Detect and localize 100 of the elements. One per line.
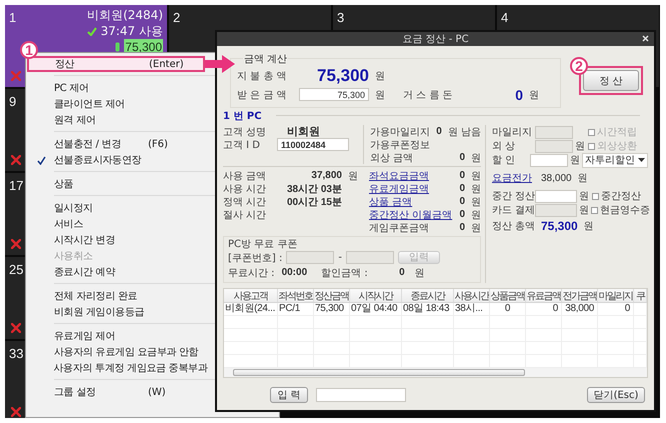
customer-name: 비회원	[287, 124, 320, 139]
unit-label: 원	[584, 220, 594, 233]
group-title: PC방 무료 쿠폰	[228, 238, 298, 250]
amount-value: 0	[459, 222, 465, 233]
close-dialog-button[interactable]: 닫기(Esc)	[587, 387, 645, 403]
usage-time: 37:47 사용	[100, 23, 163, 39]
marker-icon	[115, 42, 120, 52]
caret-icon	[638, 158, 645, 162]
menu-item[interactable]: 시작시간 변경	[27, 232, 205, 248]
table-cell: 0	[490, 303, 526, 315]
amount-value: 0	[459, 196, 465, 207]
check-icon	[86, 26, 97, 36]
link[interactable]: 중간정산 이월금액	[369, 208, 452, 222]
time-value: 00:00	[282, 267, 308, 278]
link[interactable]: 좌석요금금액	[369, 168, 429, 182]
menu-item[interactable]: 종료시간 예약	[27, 264, 205, 280]
input-button[interactable]: 입 력	[270, 387, 308, 403]
field-label: 가용쿠폰정보	[370, 138, 430, 152]
menu-item[interactable]: 서비스	[27, 216, 205, 232]
discount-dropdown[interactable]: 자투리할인	[582, 152, 648, 168]
field-label: 지 불 총 액	[237, 70, 288, 82]
field-label: 절사 시간	[223, 208, 268, 222]
menu-item[interactable]: 선불종료시자동연장	[27, 152, 205, 168]
seat-number: 17	[9, 178, 24, 193]
seat-number: 9	[9, 94, 16, 109]
unit-label: 원	[529, 88, 539, 102]
column-header[interactable]: 쿠	[634, 289, 647, 302]
amount-value: 0	[459, 152, 465, 163]
field-label: 외 상	[492, 140, 516, 153]
column-header[interactable]: 시작시간	[350, 289, 402, 302]
menu-item[interactable]: 일시정지	[27, 200, 205, 216]
menu-item[interactable]: 원격 제어	[27, 112, 205, 128]
table-cell: 0	[526, 303, 562, 315]
change-amount: 0	[514, 86, 523, 102]
table-cell: 38시...	[454, 303, 490, 315]
customer-name: 비회원(2484)	[87, 7, 163, 23]
column-header[interactable]: 사용고객	[224, 289, 278, 302]
amount-value: 0	[436, 126, 442, 137]
column-header[interactable]: 정산금액	[314, 289, 350, 302]
amount-value: 37,800	[310, 170, 342, 181]
input-field[interactable]	[316, 388, 406, 402]
unit-label: 원 남음	[448, 126, 481, 138]
menu-item[interactable]: 유료게임 제어	[27, 328, 205, 344]
input-field[interactable]	[286, 251, 334, 264]
close-icon	[642, 35, 649, 42]
menu-item[interactable]: 사용자의 유료게임 요금부과 안함	[27, 344, 205, 360]
window-title: 요금 정산 - PC	[402, 33, 469, 46]
column-header[interactable]: 사용시간	[454, 289, 490, 302]
close-button[interactable]	[642, 35, 650, 43]
horizontal-scrollbar[interactable]	[224, 368, 647, 377]
amount-value: 00시간 15분	[286, 196, 342, 208]
seat-number: 25	[9, 262, 24, 277]
unit-label: 원	[471, 196, 481, 208]
table-cell: 비회원(24...	[224, 303, 278, 315]
menu-item[interactable]: 상품	[27, 176, 205, 192]
unit-label: 원	[471, 208, 481, 222]
menu-item[interactable]: 선불충전 / 변경 (F6)	[27, 136, 205, 152]
pointer-arrow	[205, 55, 235, 73]
field-label: [쿠폰번호] :	[228, 252, 282, 264]
input-field[interactable]: 75,300	[299, 88, 369, 101]
seat-number: 33	[9, 346, 24, 361]
unit-label: 원	[348, 170, 358, 182]
field-label: 카드 결제	[492, 204, 535, 217]
menu-item[interactable]: 비회원 게임이용등급	[27, 304, 205, 320]
unit-label: 원	[375, 70, 385, 82]
menu-item[interactable]: 전체 자리정리 완료	[27, 288, 205, 304]
settle-button[interactable]: 정 산	[583, 70, 639, 91]
menu-item[interactable]: 클라이언트 제어	[27, 96, 205, 112]
field-label: 무료시간 :	[228, 266, 275, 280]
input-field[interactable]	[346, 251, 394, 264]
total-amount: 75,300	[541, 219, 578, 233]
column-header[interactable]: 종료시간	[402, 289, 454, 302]
input-field[interactable]	[535, 190, 577, 202]
column-header[interactable]: 좌석번호	[278, 289, 314, 302]
table-cell: 07일 04:40	[350, 303, 402, 315]
seat-number: 4	[501, 10, 508, 25]
table-cell: 38,000	[562, 303, 598, 315]
check-icon	[36, 156, 46, 164]
input-field[interactable]	[530, 154, 568, 166]
link[interactable]: 상품 금액	[369, 194, 412, 208]
total-amount: 75,300	[316, 66, 369, 86]
checkbox[interactable]: 중간정산	[592, 189, 641, 203]
field-label: 사용 시간	[223, 182, 268, 196]
field-label: 게임쿠폰금액	[369, 222, 429, 234]
menu-item[interactable]: 정산 (Enter)	[27, 56, 205, 72]
link[interactable]: 요금전가	[492, 171, 535, 185]
column-header[interactable]: 전가금액	[562, 289, 598, 302]
dash-text: -	[338, 252, 342, 263]
field-label: 정액 시간	[223, 196, 268, 208]
amount-value: 0	[398, 267, 405, 278]
group-title: 금액 계산	[243, 52, 288, 66]
column-header[interactable]: 마일리지	[598, 289, 634, 302]
column-header[interactable]: 유료금액	[526, 289, 562, 302]
column-header[interactable]: 상품금액	[490, 289, 526, 302]
field-label: 할인금액 :	[321, 266, 368, 280]
link[interactable]: 유료게임금액	[369, 182, 429, 196]
menu-item[interactable]: 그룹 설정 (W)	[27, 384, 205, 400]
field-label: 받 은 금 액	[237, 88, 288, 102]
field-label: 외상 금액	[370, 152, 414, 164]
input-field[interactable]: 110002484	[277, 138, 349, 151]
